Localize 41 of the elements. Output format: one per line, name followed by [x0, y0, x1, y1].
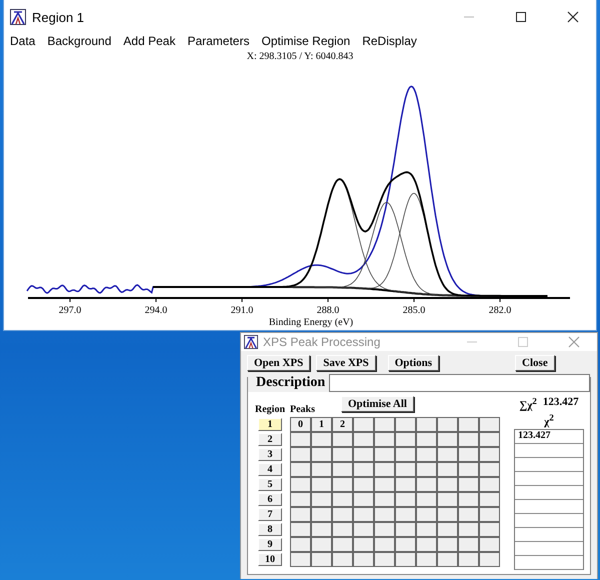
region-button[interactable]: 7 — [258, 508, 282, 522]
peak-button[interactable]: 2 — [333, 418, 352, 432]
region-button[interactable]: 10 — [258, 553, 282, 566]
toolbar-button[interactable]: Open XPS — [247, 355, 310, 372]
region-button[interactable]: 2 — [258, 433, 282, 446]
menu-item[interactable]: ReDisplay — [362, 34, 417, 48]
window-title: XPS Peak Processing — [263, 335, 382, 350]
axis-tick-label: 282.0 — [488, 305, 512, 316]
region-button[interactable]: 6 — [258, 493, 282, 506]
toolbar-button[interactable]: Options — [388, 355, 440, 372]
region-button[interactable]: 5 — [258, 478, 282, 492]
window-title: Region 1 — [32, 10, 86, 24]
description-label: Description — [255, 375, 326, 392]
region-button[interactable]: 8 — [258, 523, 282, 536]
sum-chi-square-value: 123.427 — [542, 396, 579, 410]
menu-item[interactable]: Data — [10, 34, 36, 48]
peak-button[interactable]: 1 — [312, 418, 331, 432]
chi-square-value: 123.427 — [515, 430, 583, 444]
peaks-header: Peaks — [290, 404, 315, 416]
region-button[interactable]: 1 — [258, 418, 282, 432]
toolbar-button[interactable]: Save XPS — [316, 355, 376, 372]
axis-tick-label: 288.0 — [316, 305, 340, 316]
region-button[interactable]: 9 — [258, 538, 282, 552]
region-button[interactable]: 4 — [258, 463, 282, 476]
menu-item[interactable]: Optimise Region — [261, 34, 350, 48]
cursor-readout: X: 298.3105 / Y: 6040.843 — [246, 51, 354, 63]
region-header: Region — [255, 404, 285, 416]
close-button[interactable]: Close — [515, 355, 555, 372]
region-button[interactable]: 3 — [258, 448, 282, 462]
menu-item[interactable]: Background — [47, 34, 112, 48]
axis-tick-label: 285.0 — [402, 305, 426, 316]
axis-tick-label: 297.0 — [58, 305, 82, 316]
sum-chi-square-label: ∑χ$^{2}$ — [519, 396, 537, 412]
axis-tick-label: 294.0 — [144, 305, 168, 316]
chi-square-header: χ$^{2}$ — [544, 412, 554, 426]
axis-title: Binding Energy (eV) — [268, 317, 354, 328]
menu-item[interactable]: Add Peak — [123, 34, 176, 48]
peak-button[interactable]: 0 — [291, 418, 310, 432]
axis-tick-label: 291.0 — [230, 305, 254, 316]
menu-item[interactable]: Parameters — [187, 34, 250, 48]
optimise-all-button[interactable]: Optimise All — [341, 396, 414, 412]
